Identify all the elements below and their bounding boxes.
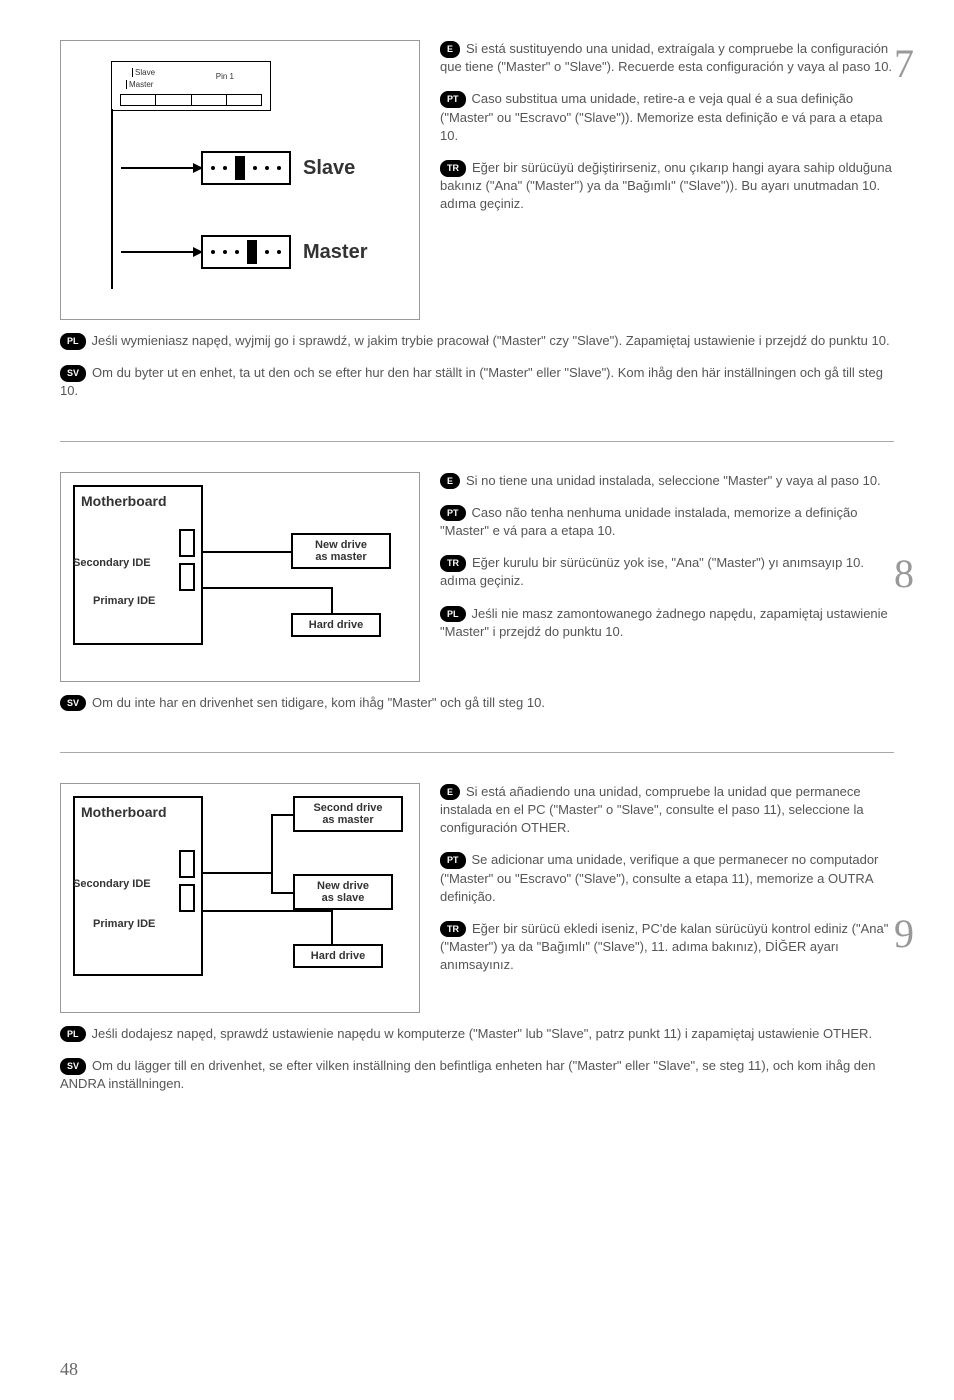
step8-text-es: E Si no tiene una unidad instalada, selec… (440, 472, 894, 490)
motherboard-diagram-1: Motherboard Secondary IDE Primary IDE Ne… (60, 472, 420, 682)
arrow-icon (121, 167, 201, 169)
text-content: Eğer bir sürücüyü değiştirirseniz, onu ç… (440, 160, 892, 211)
hard-drive-box: Hard drive (293, 944, 383, 968)
jumper-slave-row: Slave (121, 151, 409, 185)
lang-pill-pl: PL (60, 1026, 86, 1043)
lang-pill-e: E (440, 473, 460, 490)
primary-ide-port (179, 884, 195, 912)
step7-text-pl: PL Jeśli wymieniasz napęd, wyjmij go i sp… (60, 332, 894, 350)
divider (60, 441, 894, 442)
text-content: Si no tiene una unidad instalada, selecc… (466, 473, 881, 488)
second-drive-box: Second driveas master (293, 796, 403, 832)
hard-drive-box: Hard drive (291, 613, 381, 637)
lang-pill-pt: PT (440, 505, 466, 522)
jumper-master-row: Master (121, 235, 409, 269)
jumper-diagram: Slave Master Pin 1 Slave (60, 40, 420, 320)
lang-pill-pl: PL (60, 333, 86, 350)
text-content: Si está añadiendo una unidad, compruebe … (440, 784, 864, 835)
text-content: Si está sustituyendo una unidad, extraíg… (440, 41, 892, 74)
step7-text-sv: SVOm du byter ut en enhet, ta ut den och… (60, 364, 894, 400)
primary-ide-label: Primary IDE (93, 595, 155, 607)
text-content: Jeśli wymieniasz napęd, wyjmij go i spra… (92, 333, 890, 348)
step8-text-sv: SV Om du inte har en drivenhet sen tidiga… (60, 694, 894, 712)
lang-pill-tr: TR (440, 555, 466, 572)
step8-text-tr: TREğer kurulu bir sürücünüz yok ise, "An… (440, 554, 894, 590)
lang-pill-pt: PT (440, 91, 466, 108)
primary-ide-label: Primary IDE (93, 918, 155, 930)
text-content: Om du byter ut en enhet, ta ut den och s… (60, 365, 883, 398)
lang-pill-e: E (440, 784, 460, 801)
text-content: Jeśli dodajesz napęd, sprawdź ustawienie… (92, 1026, 873, 1041)
text-content: Om du lägger till en drivenhet, se efter… (60, 1058, 876, 1091)
step9-text-pl: PL Jeśli dodajesz napęd, sprawdź ustawien… (60, 1025, 894, 1043)
step8-text-pt: PTCaso não tenha nenhuma unidade instala… (440, 504, 894, 540)
motherboard-label: Motherboard (81, 804, 195, 820)
jumper-slave-label: Slave (303, 157, 355, 180)
motherboard-label: Motherboard (81, 493, 195, 509)
divider (60, 752, 894, 753)
text-content: Caso substitua uma unidade, retire-a e v… (440, 91, 882, 142)
step9-text-pt: PTSe adicionar uma unidade, verifique a … (440, 851, 894, 906)
document-page: 7 Slave Master Pin 1 (60, 40, 894, 1380)
step-8: 8 Motherboard Secondary IDE Primary IDE … (60, 472, 894, 712)
text-content: Caso não tenha nenhuma unidade instalada… (440, 505, 857, 538)
secondary-ide-label: Secondary IDE (73, 878, 151, 890)
text-content: Se adicionar uma unidade, verifique a qu… (440, 852, 878, 903)
lang-pill-sv: SV (60, 1058, 86, 1075)
lang-pill-pl: PL (440, 606, 466, 623)
text-content: Eğer bir sürücü ekledi iseniz, PC'de kal… (440, 921, 888, 972)
step-number-9: 9 (894, 910, 914, 957)
text-content: Om du inte har en drivenhet sen tidigare… (92, 695, 545, 710)
step7-text-es: ESi está sustituyendo una unidad, extraí… (440, 40, 894, 76)
motherboard-diagram-2: Motherboard Secondary IDE Primary IDE Se… (60, 783, 420, 1013)
jumper-master-icon (201, 235, 291, 269)
lang-pill-tr: TR (440, 160, 466, 177)
page-number: 48 (60, 1359, 78, 1380)
board-label-pin1: Pin 1 (216, 72, 234, 81)
secondary-ide-label: Secondary IDE (73, 557, 151, 569)
board-label-slave: Slave (132, 68, 155, 77)
text-content: Eğer kurulu bir sürücünüz yok ise, "Ana"… (440, 555, 864, 588)
step-9: 9 Motherboard Secondary IDE Primary IDE (60, 783, 894, 1094)
secondary-ide-port (179, 850, 195, 878)
new-drive-box: New driveas master (291, 533, 391, 569)
lang-pill-sv: SV (60, 365, 86, 382)
board-label-master: Master (126, 80, 153, 89)
step9-text-sv: SVOm du lägger till en drivenhet, se eft… (60, 1057, 894, 1093)
arrow-icon (121, 251, 201, 253)
step-number-7: 7 (894, 40, 914, 87)
jumper-slave-icon (201, 151, 291, 185)
primary-ide-port (179, 563, 195, 591)
lang-pill-sv: SV (60, 695, 86, 712)
motherboard-box: Motherboard Secondary IDE Primary IDE (73, 485, 203, 645)
step-7: 7 Slave Master Pin 1 (60, 40, 894, 401)
step-number-8: 8 (894, 550, 914, 597)
lang-pill-tr: TR (440, 921, 466, 938)
text-content: Jeśli nie masz zamontowanego żadnego nap… (440, 606, 888, 639)
lang-pill-e: E (440, 41, 460, 58)
secondary-ide-port (179, 529, 195, 557)
step9-text-es: ESi está añadiendo una unidad, compruebe… (440, 783, 894, 838)
jumper-master-label: Master (303, 241, 367, 264)
drive-board-illustration: Slave Master Pin 1 (111, 61, 271, 111)
step7-text-tr: TREğer bir sürücüyü değiştirirseniz, onu… (440, 159, 894, 214)
step9-text-tr: TREğer bir sürücü ekledi iseniz, PC'de k… (440, 920, 894, 975)
motherboard-box: Motherboard Secondary IDE Primary IDE (73, 796, 203, 976)
new-drive-box: New driveas slave (293, 874, 393, 910)
lang-pill-pt: PT (440, 852, 466, 869)
step8-text-pl: PLJeśli nie masz zamontowanego żadnego n… (440, 605, 894, 641)
step7-text-pt: PTCaso substitua uma unidade, retire-a e… (440, 90, 894, 145)
